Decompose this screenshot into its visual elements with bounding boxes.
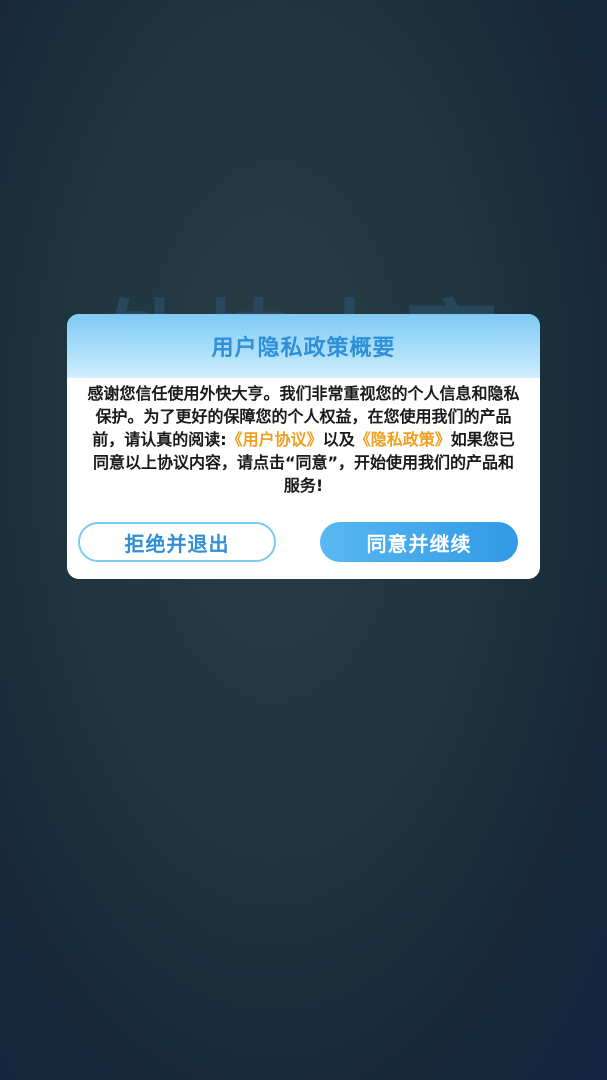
agree-and-continue-button[interactable]: 同意并继续 [320,522,518,562]
dialog-title: 用户隐私政策概要 [211,336,396,361]
decline-and-exit-button[interactable]: 拒绝并退出 [78,522,276,562]
user-agreement-link[interactable]: 《用户协议》 [227,430,323,449]
privacy-policy-link[interactable]: 《隐私政策》 [355,430,451,449]
privacy-policy-dialog: 用户隐私政策概要 感谢您信任使用外快大亨。我们非常重视您的个人信息和隐私保护。为… [67,314,540,579]
dialog-header: 用户隐私政策概要 [67,314,540,378]
dialog-body: 感谢您信任使用外快大亨。我们非常重视您的个人信息和隐私保护。为了更好的保障您的个… [67,378,540,497]
dialog-body-conjunction: 以及 [322,430,355,449]
dialog-buttons: 拒绝并退出 同意并继续 [67,522,540,564]
